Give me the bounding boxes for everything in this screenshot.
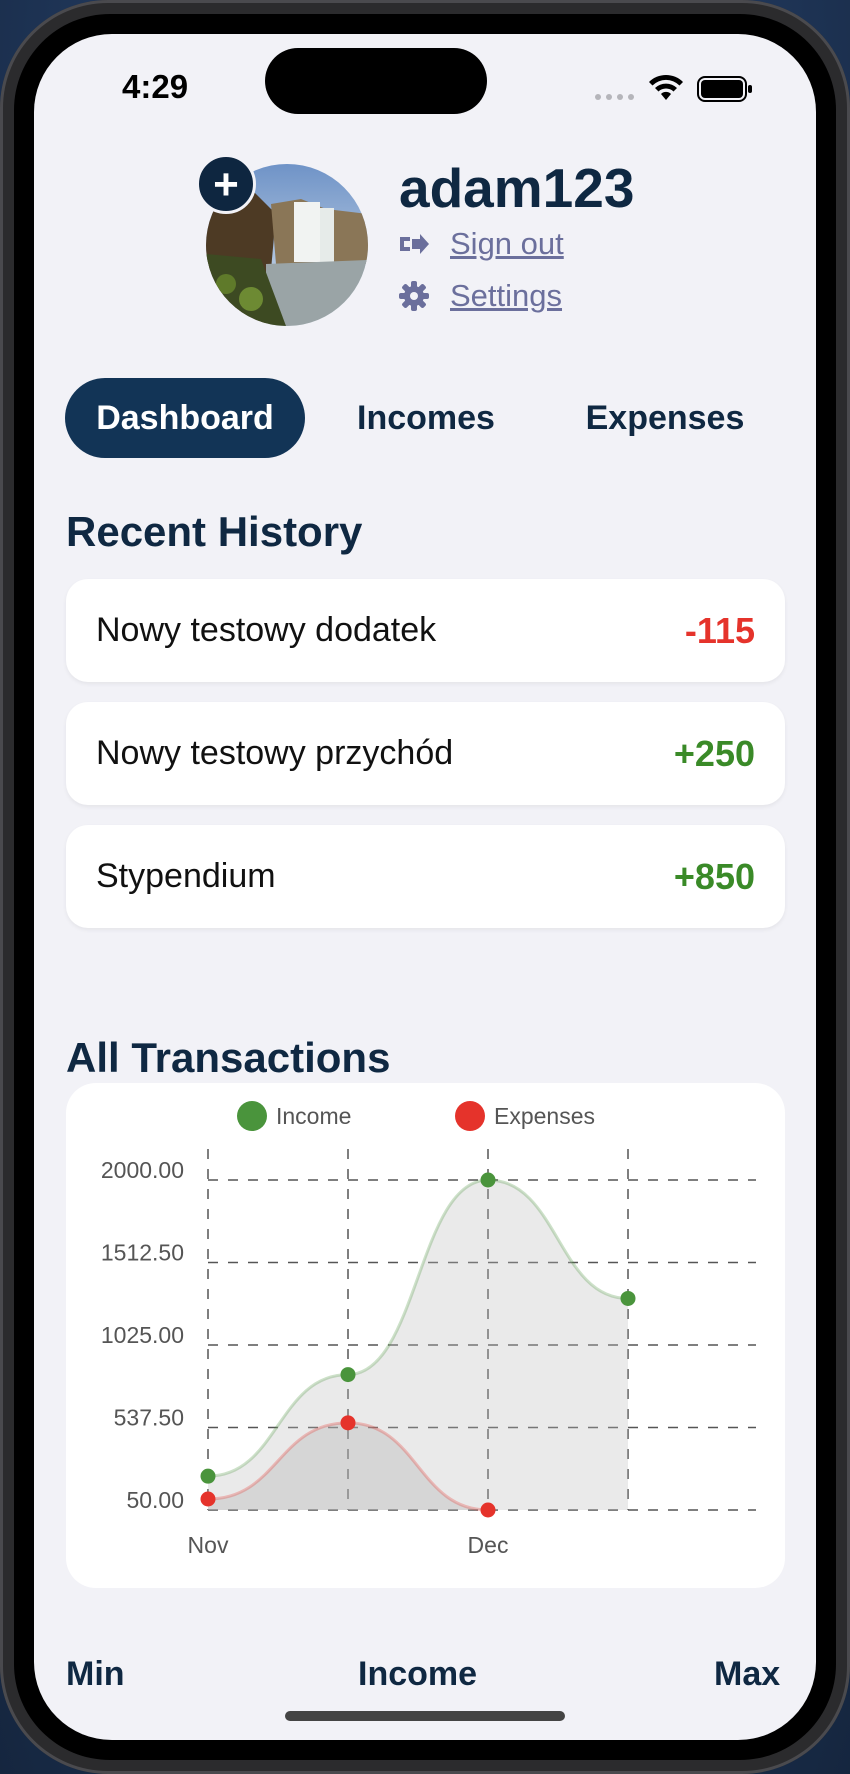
transaction-name: Nowy testowy przychód xyxy=(96,734,454,772)
add-photo-button[interactable]: + xyxy=(196,154,256,214)
sign-out-label: Sign out xyxy=(450,226,564,261)
tab-dashboard[interactable]: Dashboard xyxy=(65,378,305,458)
list-item[interactable]: Stypendium +850 xyxy=(66,825,785,928)
line-chart: 2000.00 1512.50 1025.00 537.50 50.00Nov Dec In… xyxy=(101,1101,756,1558)
y-tick-label: 2000.00 xyxy=(101,1157,184,1183)
settings-link[interactable]: Settings xyxy=(398,278,562,314)
transaction-amount: +250 xyxy=(673,733,755,774)
x-tick-label: Dec xyxy=(468,1532,509,1558)
tab-incomes[interactable]: Incomes xyxy=(336,378,516,458)
cellular-signal-icon xyxy=(595,94,634,100)
legend-label: Expenses xyxy=(494,1103,595,1129)
battery-icon xyxy=(697,76,752,102)
data-point xyxy=(480,1172,496,1188)
income-label: Income xyxy=(358,1655,478,1693)
list-item[interactable]: Nowy testowy przychód +250 xyxy=(66,702,785,805)
legend-label: Income xyxy=(276,1103,351,1129)
tab-expenses[interactable]: Expenses xyxy=(575,378,755,458)
data-point xyxy=(340,1367,356,1383)
recent-history-title: Recent History xyxy=(66,508,363,555)
list-item[interactable]: Nowy testowy dodatek -115 xyxy=(66,579,785,682)
y-tick-label: 50.00 xyxy=(126,1487,184,1513)
status-time: 4:29 xyxy=(122,68,189,105)
data-point xyxy=(480,1502,496,1518)
transaction-amount: +850 xyxy=(673,856,755,897)
transaction-name: Nowy testowy dodatek xyxy=(96,611,437,649)
transactions-chart: 2000.00 1512.50 1025.00 537.50 50.00 Nov Dec In… xyxy=(66,1083,785,1588)
home-indicator[interactable] xyxy=(285,1711,565,1721)
legend-marker xyxy=(237,1101,267,1131)
data-point xyxy=(340,1415,356,1431)
sign-out-link[interactable]: Sign out xyxy=(398,226,564,262)
settings-label: Settings xyxy=(450,278,563,313)
transaction-name: Stypendium xyxy=(96,857,276,895)
y-tick-label: 1025.00 xyxy=(101,1322,184,1348)
sign-out-icon xyxy=(400,234,429,254)
username: adam123 xyxy=(399,157,635,219)
data-point xyxy=(620,1290,636,1306)
data-point xyxy=(200,1491,216,1507)
min-label: Min xyxy=(66,1655,125,1693)
transaction-amount: -115 xyxy=(684,610,755,651)
data-point xyxy=(200,1468,216,1484)
app-screen: 4:29 + adam123 Sign out Settings Dashboa… xyxy=(34,34,816,1740)
y-tick-label: 1512.50 xyxy=(101,1240,184,1266)
dynamic-island xyxy=(265,48,487,114)
all-transactions-title: All Transactions xyxy=(66,1034,391,1081)
max-label: Max xyxy=(714,1655,781,1693)
wifi-icon xyxy=(649,74,683,100)
x-tick-label: Nov xyxy=(188,1532,229,1558)
legend-marker xyxy=(455,1101,485,1131)
y-tick-label: 537.50 xyxy=(114,1405,184,1431)
gear-icon xyxy=(399,281,429,311)
